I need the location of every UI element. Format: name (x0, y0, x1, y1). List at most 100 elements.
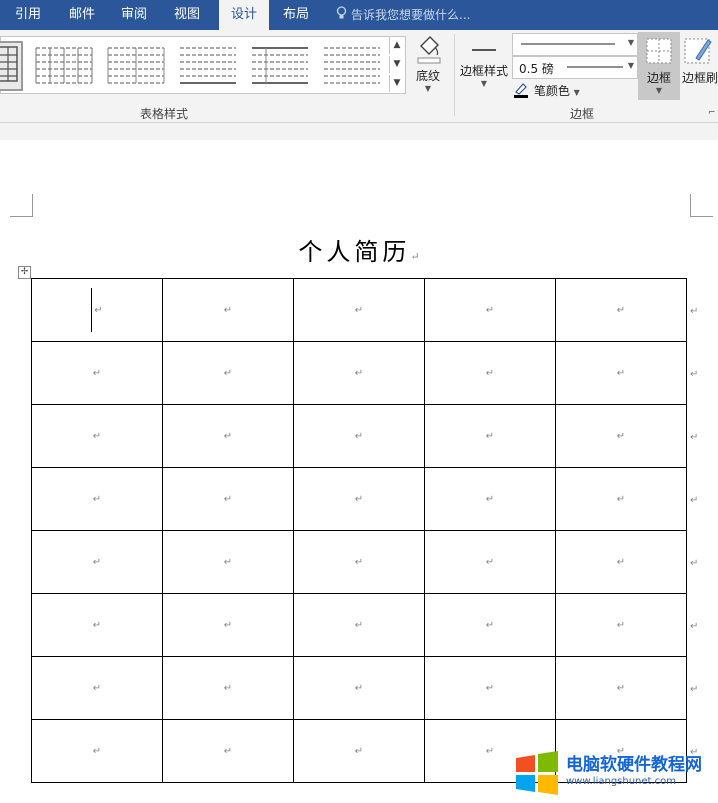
table-cell[interactable]: ↵ (162, 467, 294, 531)
cell-mark: ↵ (92, 367, 102, 379)
table-cell[interactable]: ↵ (293, 341, 425, 405)
table-cell[interactable]: ↵ (31, 278, 163, 342)
cell-mark: ↵ (485, 556, 495, 568)
site-watermark: 电脑软硬件教程网 www.liangshunet.com (510, 746, 718, 803)
row-end-mark: ↵ (690, 369, 699, 380)
table-row: ↵ ↵ ↵ ↵ ↵ (31, 530, 687, 594)
cell-mark: ↵ (485, 493, 495, 505)
table-cell[interactable]: ↵ (293, 404, 425, 468)
dialog-launcher-icon[interactable]: ⌐ (708, 108, 716, 118)
tab-layout[interactable]: 布局 (272, 0, 320, 30)
tab-view[interactable]: 视图 (163, 0, 211, 30)
table-cell[interactable]: ↵ (293, 467, 425, 531)
table-cell[interactable]: ↵ (293, 530, 425, 594)
tell-me-search[interactable]: 告诉我您想要做什么... (336, 0, 470, 30)
paint-bucket-icon (408, 34, 448, 67)
tab-review[interactable]: 审阅 (110, 0, 158, 30)
group-separator (454, 34, 455, 116)
table-cell[interactable]: ↵ (31, 530, 163, 594)
document-title[interactable]: 个人简历↵ (0, 232, 718, 267)
cell-mark: ↵ (616, 430, 626, 442)
table-row: ↵ ↵ ↵ ↵ ↵ (31, 341, 687, 405)
cell-mark: ↵ (354, 745, 364, 757)
gallery-scroll-down[interactable]: ▼ (389, 56, 404, 73)
table-cell[interactable]: ↵ (293, 278, 425, 342)
cell-mark: ↵ (223, 430, 233, 442)
table-cell[interactable]: ↵ (293, 656, 425, 720)
table-cell[interactable]: ↵ (555, 530, 687, 594)
table-style-thumb[interactable] (177, 41, 239, 87)
table-style-thumb[interactable] (249, 41, 311, 87)
gallery-more[interactable]: ▼ (389, 75, 404, 92)
cell-mark: ↵ (354, 682, 364, 694)
line-style-dropdown[interactable]: ▼ (512, 33, 638, 56)
table-cell[interactable]: ↵ (31, 593, 163, 657)
tab-references[interactable]: 引用 (4, 0, 52, 30)
tab-mailings[interactable]: 邮件 (58, 0, 106, 30)
table-cell[interactable]: ↵ (424, 593, 556, 657)
table-cell[interactable]: ↵ (31, 341, 163, 405)
table-cell[interactable]: ↵ (424, 404, 556, 468)
table-cell[interactable]: ↵ (555, 404, 687, 468)
table-styles-gallery: ▲ ▼ ▼ (0, 36, 406, 94)
cell-mark: ↵ (616, 682, 626, 694)
cell-mark: ↵ (354, 619, 364, 631)
border-painter-label: 边框刷 (682, 71, 718, 85)
table-cell[interactable]: ↵ (555, 593, 687, 657)
table-cell[interactable]: ↵ (555, 467, 687, 531)
table-cell[interactable]: ↵ (424, 656, 556, 720)
shading-button[interactable]: 底纹 ▼ (408, 34, 448, 98)
group-label-borders: 边框 (570, 107, 595, 121)
row-end-mark: ↵ (690, 432, 699, 443)
border-painter-button[interactable]: 边框刷 (682, 32, 718, 100)
table-style-thumb[interactable] (33, 41, 95, 87)
table-cell[interactable]: ↵ (31, 719, 163, 783)
border-styles-label: 边框样式 (459, 64, 508, 78)
table-cell[interactable]: ↵ (162, 530, 294, 594)
cell-mark: ↵ (485, 304, 495, 316)
table-cell[interactable]: ↵ (31, 404, 163, 468)
table-cell[interactable]: ↵ (31, 656, 163, 720)
cell-mark: ↵ (92, 745, 102, 757)
table-cell[interactable]: ↵ (555, 656, 687, 720)
table-row: ↵ ↵ ↵ ↵ ↵ (31, 593, 687, 657)
borders-label: 边框 (646, 71, 671, 85)
tell-me-text: 告诉我您想要做什么... (351, 8, 471, 22)
gallery-scroll-up[interactable]: ▲ (389, 37, 404, 54)
table-style-thumb[interactable] (321, 41, 383, 87)
line-weight-dropdown[interactable]: 0.5 磅 ▼ (512, 56, 638, 79)
table-cell[interactable]: ↵ (424, 278, 556, 342)
ribbon-tab-bar: 引用 邮件 审阅 视图 设计 布局 告诉我您想要做什么... (0, 0, 718, 31)
resume-table[interactable]: ↵ ↵ ↵ ↵ ↵ ↵ ↵ ↵ ↵ ↵ ↵ ↵ ↵ ↵ ↵ ↵ ↵ ↵ ↵ ↵ ↵ ↵ ↵ ↵ ↵ ↵ ↵ ↵ ↵ ↵ ↵ ↵ ↵ ↵ ↵ ↵ ↵ ↵ ↵ ↵ (31, 278, 687, 783)
borders-button[interactable]: 边框 ▼ (638, 32, 680, 100)
table-cell[interactable]: ↵ (162, 278, 294, 342)
table-row: ↵ ↵ ↵ ↵ ↵ (31, 278, 687, 342)
table-style-thumb[interactable] (105, 41, 167, 87)
cell-mark: ↵ (616, 493, 626, 505)
table-cell[interactable]: ↵ (424, 341, 556, 405)
cell-mark: ↵ (354, 493, 364, 505)
table-move-handle-icon[interactable]: ✢ (18, 266, 31, 279)
cell-mark: ↵ (354, 367, 364, 379)
table-cell[interactable]: ↵ (555, 341, 687, 405)
table-cell[interactable]: ↵ (293, 593, 425, 657)
table-cell[interactable]: ↵ (162, 593, 294, 657)
border-line-icon (458, 34, 510, 62)
watermark-title: 电脑软硬件教程网 (566, 755, 702, 775)
table-cell[interactable]: ↵ (293, 719, 425, 783)
border-styles-button[interactable]: 边框样式 ▼ (458, 34, 510, 98)
document-page[interactable]: 个人简历↵ ✢ ↵ ↵ ↵ ↵ ↵ ↵ ↵ ↵ ↵ ↵ ↵ ↵ ↵ ↵ ↵ ↵ ↵ ↵ ↵ ↵ ↵ ↵ ↵ ↵ ↵ ↵ ↵ ↵ ↵ ↵ ↵ ↵… (0, 140, 718, 803)
table-cell[interactable]: ↵ (162, 656, 294, 720)
table-cell[interactable]: ↵ (31, 467, 163, 531)
pen-icon (512, 81, 530, 102)
table-cell[interactable]: ↵ (162, 341, 294, 405)
table-cell[interactable]: ↵ (162, 719, 294, 783)
table-style-thumb-selected[interactable] (0, 41, 23, 91)
tab-design[interactable]: 设计 (219, 0, 269, 31)
cell-mark: ↵ (354, 430, 364, 442)
table-cell[interactable]: ↵ (424, 467, 556, 531)
table-cell[interactable]: ↵ (555, 278, 687, 342)
table-cell[interactable]: ↵ (424, 530, 556, 594)
table-cell[interactable]: ↵ (162, 404, 294, 468)
pen-color-button[interactable]: 笔颜色 ▼ (512, 81, 602, 99)
